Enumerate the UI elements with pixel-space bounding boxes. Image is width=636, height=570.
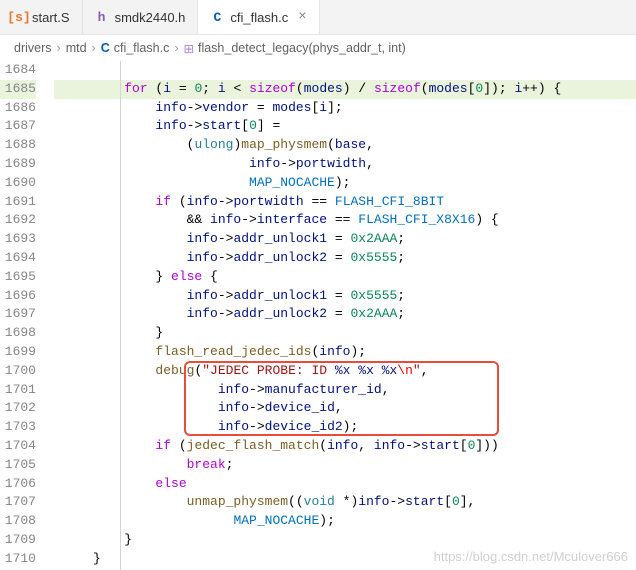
tab-smdk2440-h[interactable]: h smdk2440.h [83, 0, 199, 34]
c-file-icon: C [101, 41, 110, 55]
tab-cfi-flash-c[interactable]: C cfi_flash.c × [198, 0, 319, 34]
code-editor[interactable]: 1684 1685 1686 1687 1688 1689 1690 1691 … [0, 61, 636, 570]
close-icon[interactable]: × [298, 9, 306, 25]
tab-label: smdk2440.h [115, 10, 186, 25]
tab-start-s[interactable]: [s] start.S [0, 0, 83, 34]
tab-label: start.S [32, 10, 70, 25]
chevron-right-icon: › [57, 41, 61, 55]
tabs-bar: [s] start.S h smdk2440.h C cfi_flash.c × [0, 0, 636, 35]
chevron-right-icon: › [174, 41, 178, 55]
chevron-right-icon: › [92, 41, 96, 55]
breadcrumb-item-function[interactable]: ⊞ flash_detect_legacy(phys_addr_t, int) [184, 41, 406, 56]
breadcrumb-item-file[interactable]: C cfi_flash.c [101, 41, 170, 55]
breadcrumb-item-drivers[interactable]: drivers [14, 41, 52, 55]
tab-label: cfi_flash.c [230, 10, 288, 25]
code-content[interactable]: for (i = 0; i < sizeof(modes) / sizeof(m… [54, 61, 636, 570]
breadcrumb: drivers › mtd › C cfi_flash.c › ⊞ flash_… [0, 35, 636, 61]
breadcrumb-item-mtd[interactable]: mtd [66, 41, 87, 55]
asm-file-icon: [s] [12, 10, 26, 24]
header-file-icon: h [95, 10, 109, 24]
c-file-icon: C [210, 10, 224, 24]
function-icon: ⊞ [184, 41, 194, 56]
line-gutter: 1684 1685 1686 1687 1688 1689 1690 1691 … [0, 61, 54, 570]
